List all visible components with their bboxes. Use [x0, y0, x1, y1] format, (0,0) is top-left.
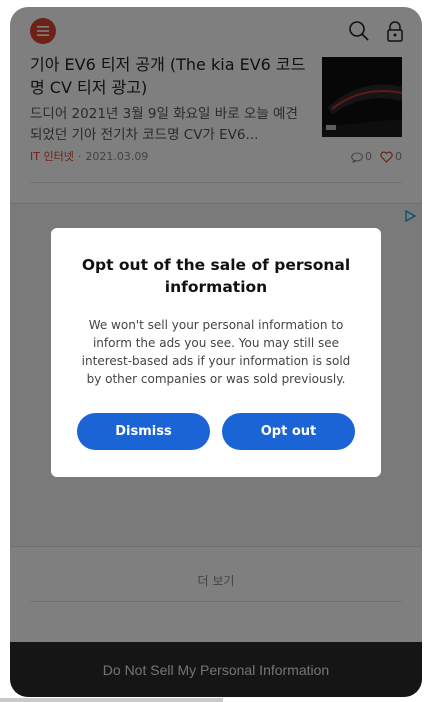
dismiss-button[interactable]: Dismiss	[77, 413, 210, 450]
opt-out-dialog: Opt out of the sale of personal informat…	[51, 228, 381, 477]
dialog-title: Opt out of the sale of personal informat…	[81, 256, 351, 296]
horizontal-scrollbar[interactable]	[0, 698, 223, 702]
opt-out-button[interactable]: Opt out	[222, 413, 355, 450]
dialog-body: We won't sell your personal information …	[81, 318, 351, 386]
